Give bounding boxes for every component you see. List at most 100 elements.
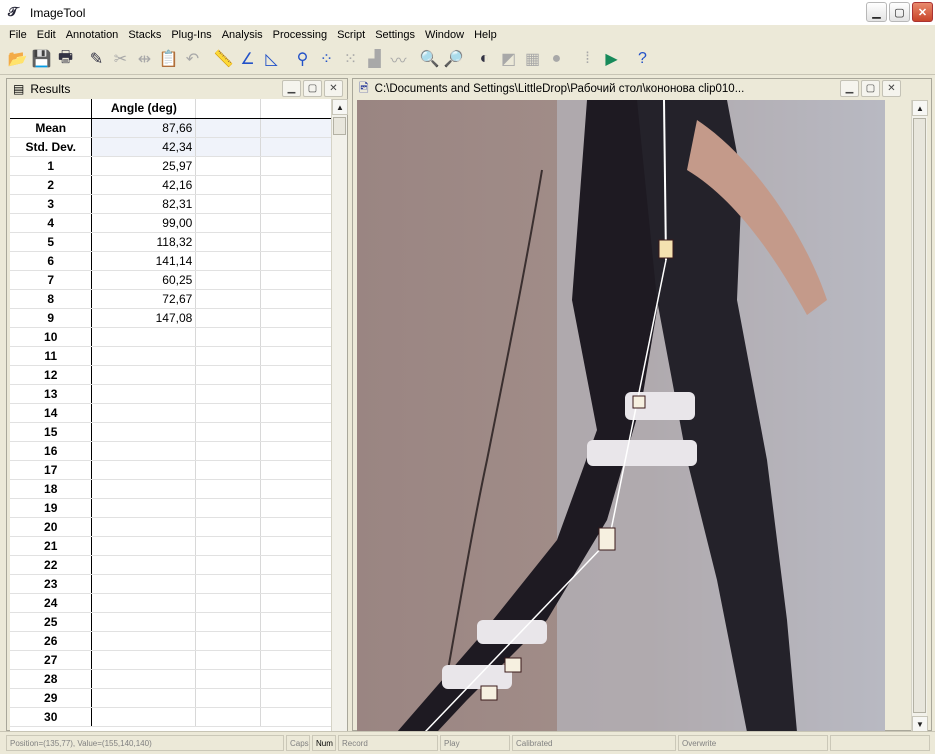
row-label[interactable]: 26: [10, 631, 93, 651]
menu-plug-ins[interactable]: Plug-Ins: [166, 29, 216, 41]
angle-cell[interactable]: [91, 460, 197, 480]
ruler-icon[interactable]: 📏: [212, 48, 235, 71]
empty-cell[interactable]: [195, 289, 262, 309]
results-maximize-button[interactable]: ▢: [303, 80, 322, 97]
column-header-angle[interactable]: Angle (deg): [91, 99, 197, 119]
print-icon[interactable]: 🖶: [54, 48, 77, 71]
row-label[interactable]: 30: [10, 707, 93, 727]
row-label[interactable]: 13: [10, 384, 93, 404]
row-label[interactable]: Mean: [10, 118, 93, 138]
empty-cell[interactable]: [195, 156, 262, 176]
angle-cell[interactable]: 42,34: [91, 137, 197, 157]
scroll-thumb[interactable]: [333, 117, 346, 135]
open-icon[interactable]: 📂: [6, 48, 29, 71]
paste-icon[interactable]: 📋: [157, 48, 180, 71]
results-close-button[interactable]: ✕: [324, 80, 343, 97]
menu-script[interactable]: Script: [332, 29, 370, 41]
empty-cell[interactable]: [195, 498, 262, 518]
empty-cell[interactable]: [195, 593, 262, 613]
scroll-up-arrow-icon[interactable]: ▲: [912, 100, 928, 116]
scatter-icon[interactable]: ⁙: [339, 48, 362, 71]
angle-cell[interactable]: [91, 612, 197, 632]
angle-cell[interactable]: [91, 707, 197, 727]
angle-cell[interactable]: 118,32: [91, 232, 197, 252]
scroll-thumb[interactable]: [913, 118, 926, 713]
empty-cell[interactable]: [195, 270, 262, 290]
angle-cell[interactable]: [91, 688, 197, 708]
maximize-button[interactable]: ▢: [889, 2, 910, 22]
angle-cell[interactable]: [91, 441, 197, 461]
menu-processing[interactable]: Processing: [268, 29, 332, 41]
angle-cell[interactable]: [91, 403, 197, 423]
angle-icon[interactable]: ∠: [236, 48, 259, 71]
row-label[interactable]: 25: [10, 612, 93, 632]
angle-cell[interactable]: [91, 650, 197, 670]
contrast-icon[interactable]: ◩: [497, 48, 520, 71]
angle-cell[interactable]: [91, 498, 197, 518]
empty-cell[interactable]: [195, 669, 262, 689]
image-maximize-button[interactable]: ▢: [861, 80, 880, 97]
empty-cell[interactable]: [260, 707, 332, 727]
empty-cell[interactable]: [260, 175, 332, 195]
row-label[interactable]: 18: [10, 479, 93, 499]
filter-icon[interactable]: ⁞: [576, 48, 599, 71]
angle-cell[interactable]: 82,31: [91, 194, 197, 214]
row-label[interactable]: 28: [10, 669, 93, 689]
empty-cell[interactable]: [195, 175, 262, 195]
results-scrollbar[interactable]: ▲: [331, 99, 348, 731]
empty-cell[interactable]: [260, 441, 332, 461]
angle-cell[interactable]: [91, 384, 197, 404]
empty-cell[interactable]: [260, 156, 332, 176]
row-label[interactable]: 14: [10, 403, 93, 423]
empty-cell[interactable]: [195, 346, 262, 366]
empty-cell[interactable]: [195, 650, 262, 670]
angle-cell[interactable]: [91, 555, 197, 575]
row-label[interactable]: 3: [10, 194, 93, 214]
row-label[interactable]: 21: [10, 536, 93, 556]
results-minimize-button[interactable]: ▁: [282, 80, 301, 97]
empty-cell[interactable]: [195, 403, 262, 423]
empty-cell[interactable]: [260, 631, 332, 651]
image-close-button[interactable]: ✕: [882, 80, 901, 97]
profile-icon[interactable]: 〰: [387, 48, 410, 71]
empty-cell[interactable]: [195, 479, 262, 499]
empty-cell[interactable]: [195, 441, 262, 461]
empty-cell[interactable]: [260, 612, 332, 632]
empty-cell[interactable]: [195, 555, 262, 575]
angle-cell[interactable]: [91, 327, 197, 347]
menu-annotation[interactable]: Annotation: [61, 29, 124, 41]
empty-cell[interactable]: [195, 194, 262, 214]
row-label[interactable]: Std. Dev.: [10, 137, 93, 157]
row-label[interactable]: 12: [10, 365, 93, 385]
menu-stacks[interactable]: Stacks: [123, 29, 166, 41]
empty-cell[interactable]: [195, 137, 262, 157]
empty-cell[interactable]: [260, 137, 332, 157]
row-label[interactable]: 2: [10, 175, 93, 195]
menu-edit[interactable]: Edit: [32, 29, 61, 41]
column-header-empty[interactable]: [195, 99, 262, 119]
empty-cell[interactable]: [260, 688, 332, 708]
angle-cell[interactable]: 42,16: [91, 175, 197, 195]
save-icon[interactable]: 💾: [30, 48, 53, 71]
angle-cell[interactable]: 87,66: [91, 118, 197, 138]
row-label[interactable]: 20: [10, 517, 93, 537]
menu-file[interactable]: File: [4, 29, 32, 41]
angle-cell[interactable]: [91, 479, 197, 499]
play-icon[interactable]: ▶: [600, 48, 623, 71]
empty-cell[interactable]: [260, 289, 332, 309]
angle-cell[interactable]: 60,25: [91, 270, 197, 290]
row-label[interactable]: 16: [10, 441, 93, 461]
empty-cell[interactable]: [195, 707, 262, 727]
angle-cell[interactable]: [91, 631, 197, 651]
row-label[interactable]: 19: [10, 498, 93, 518]
angle-cell[interactable]: [91, 574, 197, 594]
empty-cell[interactable]: [260, 346, 332, 366]
empty-cell[interactable]: [260, 422, 332, 442]
empty-cell[interactable]: [260, 650, 332, 670]
empty-cell[interactable]: [260, 574, 332, 594]
empty-cell[interactable]: [195, 460, 262, 480]
menu-analysis[interactable]: Analysis: [217, 29, 268, 41]
row-label[interactable]: 10: [10, 327, 93, 347]
undo-icon[interactable]: ↶: [181, 48, 204, 71]
angle-cell[interactable]: [91, 422, 197, 442]
